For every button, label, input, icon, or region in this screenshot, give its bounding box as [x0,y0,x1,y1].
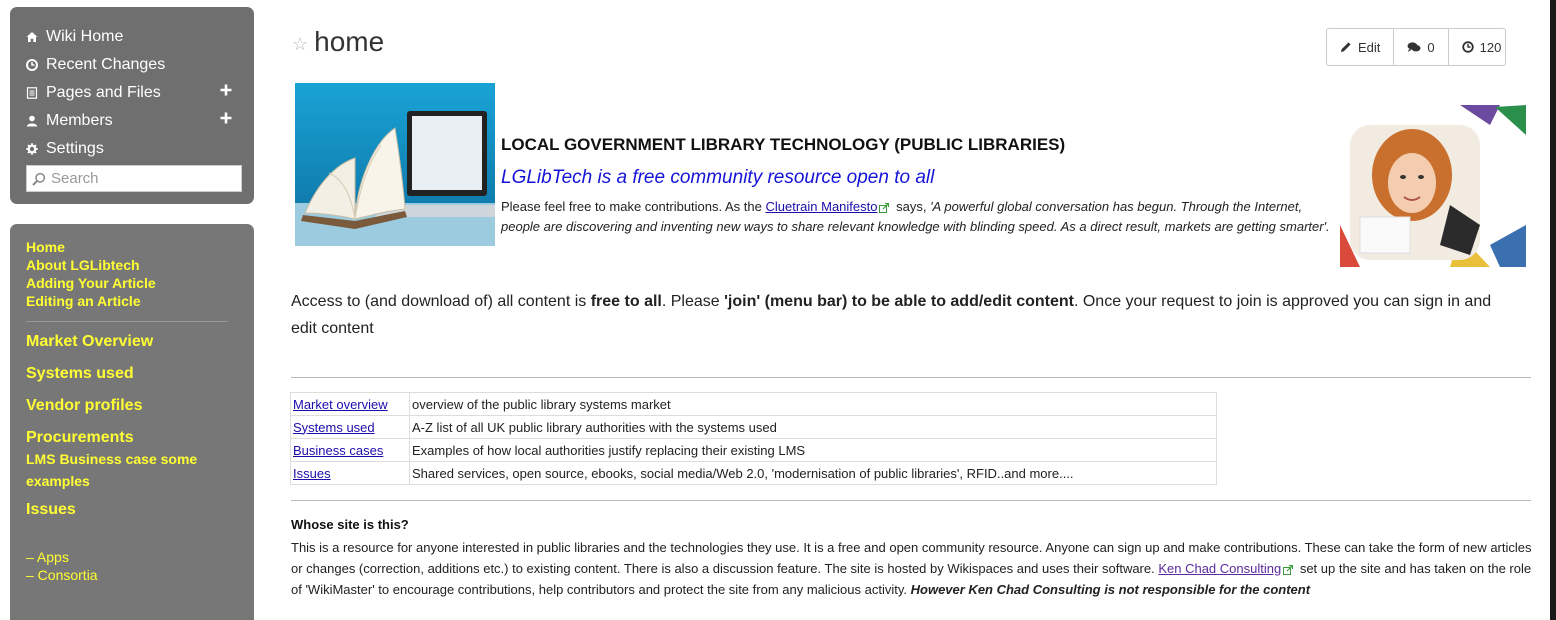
divider [291,500,1531,501]
topics-table: Market overview overview of the public l… [290,392,1217,485]
comments-count: 0 [1427,39,1435,55]
topic-link-market-overview[interactable]: Market overview [293,397,388,412]
history-count: 120 [1479,39,1502,55]
edit-button[interactable]: Edit [1327,29,1395,65]
sidebar-link-home[interactable]: Home [26,238,240,256]
nav-label: Members [46,112,113,129]
org-title: LOCAL GOVERNMENT LIBRARY TECHNOLOGY (PUB… [501,135,1066,154]
nav-label: Recent Changes [46,56,166,73]
external-link-icon [1283,564,1294,575]
search-icon [32,172,46,186]
divider [291,377,1531,378]
sidebar-link-systems-used[interactable]: Systems used [26,364,240,384]
nav-label: Settings [46,140,104,157]
whose-heading: Whose site is this? [291,517,409,532]
intro-mid: says, [892,199,931,214]
scrollbar[interactable] [1550,0,1556,620]
clock-icon [1461,41,1474,53]
intro-pre: Please feel free to make contributions. … [501,199,766,214]
comments-button[interactable]: 0 [1394,29,1449,65]
woman-reading-image [1340,105,1526,267]
nav-pages-and-files[interactable]: Pages and Files [26,79,240,107]
star-icon[interactable]: ☆ [292,34,308,55]
table-row: Systems used A-Z list of all UK public l… [290,415,1217,439]
laptop-book-image [295,83,495,246]
sidebar-link-adding-article[interactable]: Adding Your Article [26,274,240,292]
clock-icon [26,59,38,71]
sidebar-link-procurements[interactable]: Procurements [26,428,240,448]
access-bold: free to all [590,293,662,310]
sidebar-link-consortia[interactable]: – Consortia [26,566,240,584]
sidebar-link-issues[interactable]: Issues [26,500,240,520]
ken-chad-link[interactable]: Ken Chad Consulting [1158,561,1281,576]
external-link-icon [879,202,890,213]
nav-label: Pages and Files [46,84,161,101]
whose-text: This is a resource for anyone interested… [291,537,1533,600]
intro-text: Please feel free to make contributions. … [501,197,1331,237]
plus-icon[interactable] [220,112,232,124]
topic-link-business-cases[interactable]: Business cases [293,443,383,458]
topic-link-systems-used[interactable]: Systems used [293,420,375,435]
page-actions: Edit 0 120 [1326,28,1507,66]
sidebar-link-about[interactable]: About LGLibtech [26,256,240,274]
table-row: Business cases Examples of how local aut… [290,438,1217,462]
search-input[interactable]: Search [26,165,242,192]
sidebar-link-apps[interactable]: – Apps [26,548,240,566]
table-row: Market overview overview of the public l… [290,392,1217,416]
access-text: Access to (and download of) all content … [291,288,1521,342]
nav-settings[interactable]: Settings [26,135,240,163]
pencil-icon [1341,42,1351,52]
comments-icon [1407,42,1421,52]
page-header: ☆ home [292,26,384,58]
edit-label: Edit [1358,39,1381,55]
sidebar-nav: Wiki Home Recent Changes Pages and Files… [10,7,254,204]
search-placeholder: Search [51,170,99,187]
topic-desc: Shared services, open source, ebooks, so… [409,461,1217,485]
table-row: Issues Shared services, open source, ebo… [290,461,1217,485]
user-icon [26,115,38,127]
divider [26,321,228,322]
access-part: . Please [661,293,725,310]
access-bold: 'join' (menu bar) to be able to add/edit… [724,293,1074,310]
home-icon [26,32,38,42]
cluetrain-link[interactable]: Cluetrain Manifesto [765,199,877,214]
nav-members[interactable]: Members [26,107,240,135]
plus-icon[interactable] [220,84,232,96]
topic-desc: A-Z list of all UK public library author… [409,415,1217,439]
topic-link-issues[interactable]: Issues [293,466,331,481]
nav-label: Wiki Home [46,28,124,45]
nav-recent-changes[interactable]: Recent Changes [26,51,240,79]
access-part: Access to (and download of) all content … [291,293,591,310]
topic-desc: overview of the public library systems m… [409,392,1217,416]
history-button[interactable]: 120 [1449,29,1506,65]
sidebar-link-editing-article[interactable]: Editing an Article [26,292,240,310]
sidebar-links: Home About LGLibtech Adding Your Article… [10,224,254,620]
tagline: LGLibTech is a free community resource o… [501,167,935,188]
sidebar-link-lms-business-case[interactable]: LMS Business case some examples [26,448,226,492]
sidebar-link-market-overview[interactable]: Market Overview [26,332,240,352]
topic-desc: Examples of how local authorities justif… [409,438,1217,462]
file-icon [26,87,38,99]
gear-icon [26,143,38,155]
nav-wiki-home[interactable]: Wiki Home [26,23,240,51]
sidebar-link-vendor-profiles[interactable]: Vendor profiles [26,396,240,416]
whose-bold: However Ken Chad Consulting is not respo… [910,582,1311,597]
page-title: home [314,26,385,57]
